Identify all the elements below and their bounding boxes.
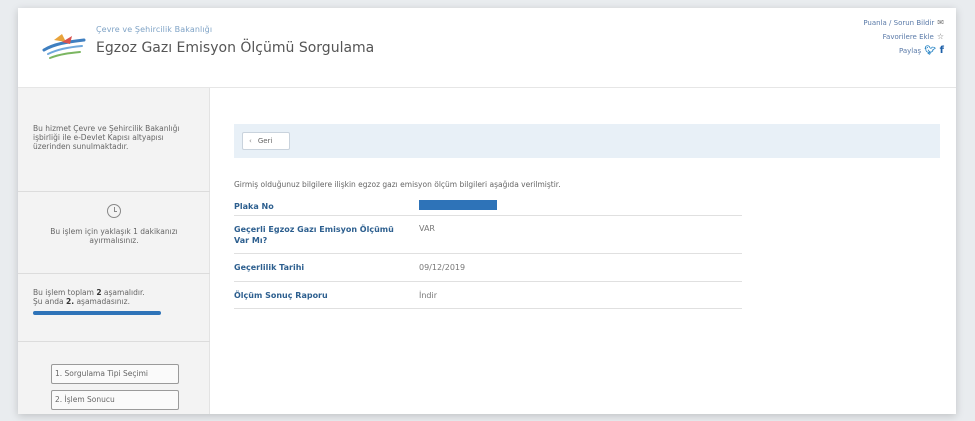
header-links: Puanla / Sorun Bildir ✉ Favorilere Ekle …	[863, 16, 944, 58]
plate-value	[419, 200, 497, 212]
page-title: Egzoz Gazı Emisyon Ölçümü Sorgulama	[96, 40, 375, 56]
result-intro: Girmiş olduğunuz bilgilere ilişkin egzoz…	[234, 180, 561, 189]
row-value: VAR	[419, 224, 435, 233]
sidebar: Bu hizmet Çevre ve Şehircilik Bakanlığı …	[18, 88, 210, 414]
step-progress-bar	[33, 311, 161, 315]
plate-redaction	[419, 200, 497, 210]
action-toolbar: ‹ Geri	[234, 124, 940, 158]
facebook-icon[interactable]: f	[940, 44, 944, 58]
step-current: Şu anda 2. aşamadasınız.	[33, 297, 130, 306]
service-card: Çevre ve Şehircilik Bakanlığı Egzoz Gazı…	[18, 8, 956, 414]
step-nav: 1. Sorgulama Tipi Seçimi 2. İşlem Sonucu	[18, 364, 210, 414]
table-row: Plaka No	[234, 197, 742, 216]
row-label: Geçerlilik Tarihi	[234, 263, 305, 272]
service-description: Bu hizmet Çevre ve Şehircilik Bakanlığı …	[18, 88, 210, 192]
step-1-button[interactable]: 1. Sorgulama Tipi Seçimi	[51, 364, 179, 384]
ministry-name: Çevre ve Şehircilik Bakanlığı	[96, 25, 213, 34]
table-row: Geçerlilik Tarihi 09/12/2019	[234, 254, 742, 282]
twitter-icon[interactable]: 🐦︎	[924, 44, 935, 58]
row-label: Ölçüm Sonuç Raporu	[234, 290, 328, 300]
feedback-link[interactable]: Puanla / Sorun Bildir ✉	[863, 16, 944, 30]
back-label: Geri	[257, 137, 273, 145]
table-row: Ölçüm Sonuç Raporu İndir	[234, 282, 742, 309]
share-label: Paylaş	[898, 47, 922, 55]
row-value: 09/12/2019	[419, 263, 466, 272]
step-info: Bu işlem toplam 2 aşamalıdır. Şu anda 2.…	[18, 274, 210, 342]
row-label: Plaka No	[234, 201, 274, 211]
report-download-link[interactable]: İndir	[419, 291, 437, 300]
clock-icon	[107, 204, 121, 218]
duration-text: Bu işlem için yaklaşık 1 dakikanızı ayır…	[50, 227, 178, 245]
duration-info: Bu işlem için yaklaşık 1 dakikanızı ayır…	[18, 192, 210, 274]
favorites-link[interactable]: Favorilere Ekle ☆	[863, 30, 944, 44]
feedback-label: Puanla / Sorun Bildir	[863, 19, 935, 27]
step-2-button[interactable]: 2. İşlem Sonucu	[51, 390, 179, 410]
favorites-label: Favorilere Ekle	[882, 33, 934, 41]
share-link: Paylaş 🐦︎ f	[863, 44, 944, 58]
step-total: Bu işlem toplam 2 aşamalıdır.	[33, 288, 145, 297]
step-progress-fill	[33, 311, 161, 315]
row-label: Geçerli Egzoz Gazı Emisyon Ölçümü Var Mı…	[234, 225, 394, 245]
feedback-icon: ✉	[937, 18, 944, 27]
result-table: Plaka No Geçerli Egzoz Gazı Emisyon Ölçü…	[234, 197, 742, 309]
main-content: ‹ Geri Girmiş olduğunuz bilgilere ilişkin…	[210, 88, 956, 414]
back-button[interactable]: ‹ Geri	[242, 132, 290, 150]
table-row: Geçerli Egzoz Gazı Emisyon Ölçümü Var Mı…	[234, 216, 742, 254]
favorites-icon: ☆	[936, 32, 944, 41]
chevron-left-icon: ‹	[249, 137, 252, 145]
page-header: Çevre ve Şehircilik Bakanlığı Egzoz Gazı…	[18, 8, 956, 88]
ministry-logo-icon	[42, 34, 86, 59]
